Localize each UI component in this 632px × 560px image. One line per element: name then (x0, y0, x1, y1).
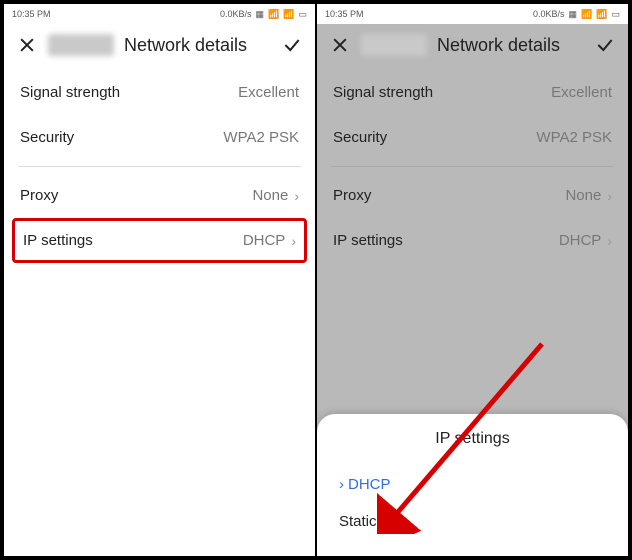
signal-icon: 📶 (268, 10, 279, 19)
page-title: Network details (124, 35, 271, 56)
label-ip: IP settings (333, 232, 403, 249)
label-proxy: Proxy (20, 187, 58, 204)
row-security: Security WPA2 PSK (317, 115, 628, 160)
value-signal: Excellent (551, 84, 612, 101)
wifi-icon: 📶 (596, 10, 607, 19)
status-time: 10:35 PM (12, 9, 51, 19)
ip-settings-sheet: IP settings ›DHCP Static (317, 414, 628, 556)
chevron-right-icon: › (294, 188, 299, 204)
label-ip: IP settings (23, 232, 93, 249)
battery-icon: ▭ (611, 10, 620, 19)
sheet-option-static[interactable]: Static (317, 503, 628, 540)
label-security: Security (333, 129, 387, 146)
battery-icon: ▭ (298, 10, 307, 19)
row-signal: Signal strength Excellent (4, 70, 315, 115)
value-ip: DHCP (243, 232, 286, 249)
ssid-redacted (48, 34, 114, 56)
header: Network details (4, 24, 315, 70)
status-net: 0.0KB/s (220, 9, 252, 19)
value-security: WPA2 PSK (223, 129, 299, 146)
label-proxy: Proxy (333, 187, 371, 204)
header: Network details (317, 24, 628, 70)
row-proxy[interactable]: Proxy None › (317, 173, 628, 218)
sheet-title: IP settings (317, 428, 628, 466)
confirm-icon[interactable] (281, 34, 303, 56)
label-security: Security (20, 129, 74, 146)
row-proxy[interactable]: Proxy None › (4, 173, 315, 218)
sheet-option-dhcp[interactable]: ›DHCP (317, 466, 628, 503)
chevron-right-icon: › (607, 188, 612, 204)
label-signal: Signal strength (333, 84, 433, 101)
row-security: Security WPA2 PSK (4, 115, 315, 160)
label-signal: Signal strength (20, 84, 120, 101)
value-proxy: None (565, 187, 601, 204)
row-ip-settings[interactable]: IP settings DHCP › (12, 218, 307, 263)
close-icon[interactable] (16, 34, 38, 56)
status-bar: 10:35 PM 0.0KB/s ▦ 📶 📶 ▭ (4, 4, 315, 24)
ssid-redacted (361, 34, 427, 56)
screen-right: 10:35 PM 0.0KB/s ▦ 📶 📶 ▭ Network details (316, 3, 629, 557)
value-proxy: None (252, 187, 288, 204)
divider (331, 166, 614, 167)
chevron-right-icon: › (291, 233, 296, 249)
status-bar: 10:35 PM 0.0KB/s ▦ 📶 📶 ▭ (317, 4, 628, 24)
sim-icon: ▦ (256, 10, 265, 19)
status-time: 10:35 PM (325, 9, 364, 19)
close-icon[interactable] (329, 34, 351, 56)
divider (18, 166, 301, 167)
signal-icon: 📶 (581, 10, 592, 19)
row-signal: Signal strength Excellent (317, 70, 628, 115)
row-ip-settings[interactable]: IP settings DHCP › (317, 218, 628, 263)
screen-left: 10:35 PM 0.0KB/s ▦ 📶 📶 ▭ Network details (3, 3, 316, 557)
status-net: 0.0KB/s (533, 9, 565, 19)
value-signal: Excellent (238, 84, 299, 101)
page-title: Network details (437, 35, 584, 56)
confirm-icon[interactable] (594, 34, 616, 56)
chevron-right-icon: › (607, 233, 612, 249)
sim-icon: ▦ (569, 10, 578, 19)
selected-chevron-icon: › (339, 476, 344, 493)
value-security: WPA2 PSK (536, 129, 612, 146)
wifi-icon: 📶 (283, 10, 294, 19)
value-ip: DHCP (559, 232, 602, 249)
